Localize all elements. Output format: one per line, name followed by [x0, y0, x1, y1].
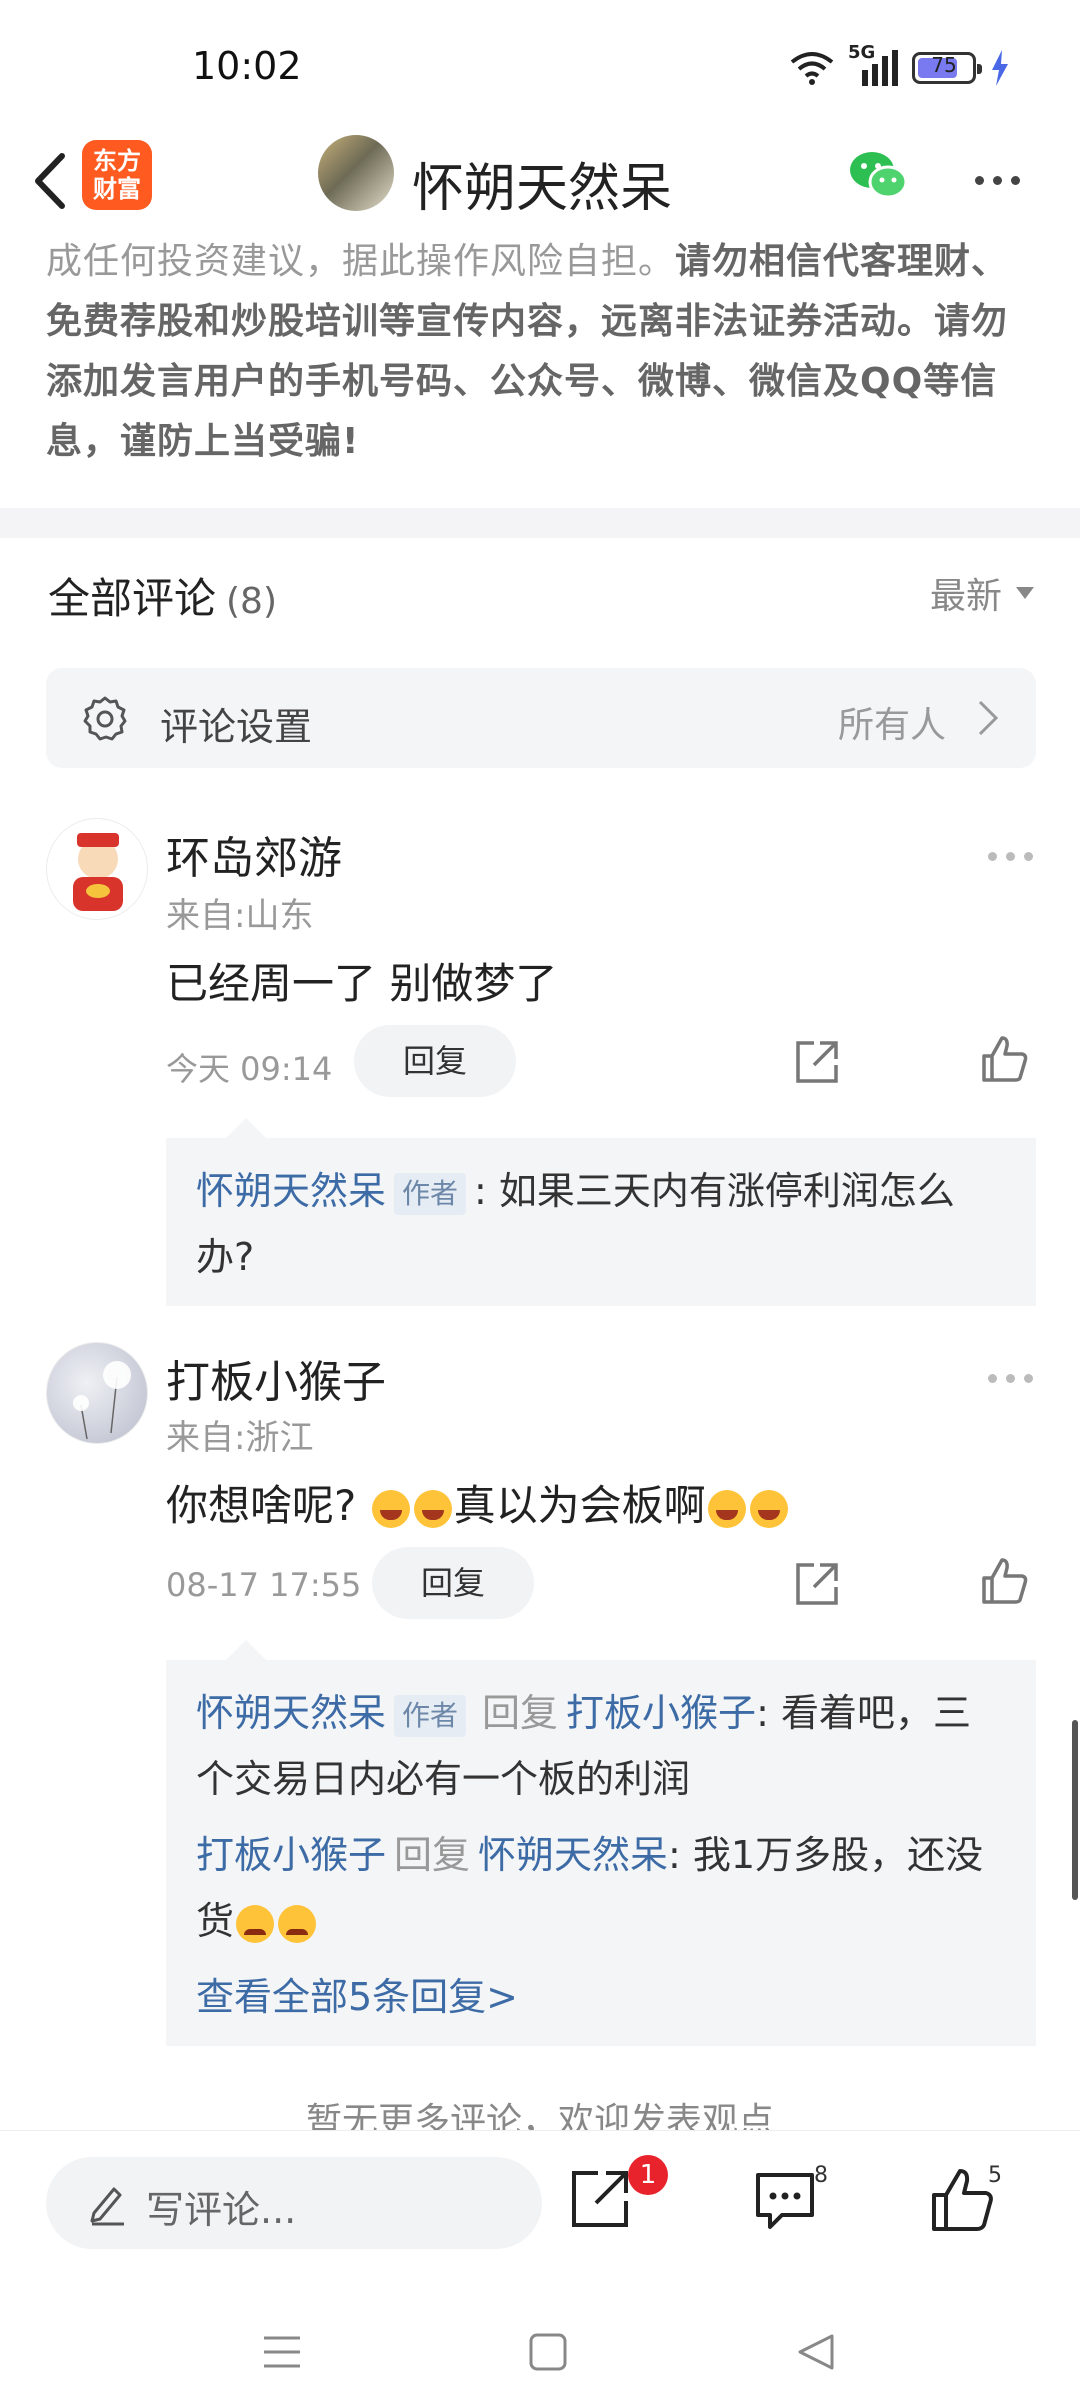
sort-label: 最新: [929, 576, 1002, 617]
settings-value: 所有人: [837, 705, 946, 746]
laughing-crying-emoji-icon: [749, 1489, 788, 1528]
reply-target[interactable]: 打板小猴子: [566, 1691, 756, 1735]
comment-icon[interactable]: [752, 2169, 818, 2235]
gear-icon: [83, 696, 127, 741]
battery-icon: 75: [912, 52, 982, 84]
author-avatar[interactable]: [318, 135, 394, 211]
share-icon[interactable]: [792, 1037, 842, 1087]
comment-text-part-1: 你想啥呢?: [166, 1481, 357, 1530]
status-icons: 5G 75: [790, 42, 1010, 92]
comments-count: (8): [226, 581, 278, 622]
author-tag: 作者: [394, 1694, 467, 1737]
comment-input-placeholder: 写评论...: [146, 2188, 297, 2232]
like-icon[interactable]: [980, 1034, 1030, 1084]
menu-icon[interactable]: [262, 2334, 302, 2370]
sort-dropdown[interactable]: 最新: [930, 567, 1034, 619]
reply-item[interactable]: 怀朔天然呆 作者 回复 打板小猴子: 看着吧，三个交易日内必有一个板的利润: [196, 1680, 1006, 1812]
comment-count: 8: [814, 2163, 828, 2188]
wifi-icon: [790, 52, 834, 85]
reply-button[interactable]: 回复: [354, 1025, 516, 1097]
comment-more-icon[interactable]: [988, 846, 1042, 865]
commenter-avatar[interactable]: [46, 1342, 148, 1444]
reply-author[interactable]: 怀朔天然呆: [196, 1169, 386, 1213]
comment-time: 今天 09:14: [166, 1050, 333, 1088]
system-navigation-bar: [0, 2260, 1080, 2400]
like-icon[interactable]: [930, 2167, 996, 2233]
comments-title-label: 全部评论: [48, 574, 217, 623]
reply-word: 回复: [482, 1691, 559, 1735]
reply-author[interactable]: 怀朔天然呆: [196, 1691, 386, 1735]
status-bar: 10:02 5G 75: [0, 0, 1080, 130]
reply-item[interactable]: 打板小猴子 回复 怀朔天然呆: 我1万多股，还没货: [196, 1822, 1006, 1954]
scrollbar[interactable]: [1072, 1720, 1078, 1900]
comment-more-icon[interactable]: [988, 1368, 1042, 1387]
reply-author[interactable]: 打板小猴子: [196, 1833, 386, 1877]
laughing-crying-emoji-icon: [707, 1489, 746, 1528]
commenter-name[interactable]: 打板小猴子: [166, 1346, 386, 1410]
commenter-location: 来自:浙江: [166, 1418, 314, 1458]
laughing-crying-emoji-icon: [371, 1489, 410, 1528]
comment-input[interactable]: 写评论...: [46, 2157, 542, 2249]
worried-emoji-icon: [236, 1904, 275, 1943]
back-triangle-icon[interactable]: [796, 2332, 836, 2372]
section-divider: [0, 508, 1080, 538]
home-icon[interactable]: [528, 2332, 568, 2372]
app-logo[interactable]: 东方 财富: [82, 140, 152, 210]
reply-button[interactable]: 回复: [372, 1547, 534, 1619]
disclaimer-gray: 成任何投资建议，据此操作风险自担。: [46, 241, 676, 282]
comments-title: 全部评论 (8): [48, 565, 277, 626]
settings-label: 评论设置: [160, 705, 313, 749]
comment-text: 已经周一了 别做梦了: [166, 959, 558, 1008]
charging-icon: [992, 50, 1008, 86]
comment-time: 08-17 17:55: [166, 1566, 362, 1604]
chevron-right-icon: [978, 700, 999, 736]
risk-disclaimer: 成任何投资建议，据此操作风险自担。请勿相信代客理财、免费荐股和炒股培训等宣传内容…: [46, 232, 1040, 472]
reply-target[interactable]: 怀朔天然呆: [478, 1833, 668, 1877]
battery-level: 75: [931, 53, 957, 77]
reply-thread: 怀朔天然呆 作者 回复 打板小猴子: 看着吧，三个交易日内必有一个板的利润 打板小猴子…: [166, 1640, 1036, 2046]
laughing-crying-emoji-icon: [413, 1489, 452, 1528]
reply-word: 回复: [394, 1833, 471, 1877]
back-arrow-icon[interactable]: [24, 146, 80, 216]
like-icon[interactable]: [980, 1556, 1030, 1606]
commenter-name[interactable]: 环岛郊游: [166, 822, 342, 886]
wechat-icon[interactable]: [846, 148, 910, 204]
comment-text-part-2: 真以为会板啊: [453, 1481, 706, 1530]
share-icon[interactable]: [792, 1559, 842, 1609]
share-icon[interactable]: [568, 2165, 634, 2231]
comment-text: 你想啥呢? 真以为会板啊: [166, 1472, 790, 1533]
pen-icon: [90, 2187, 124, 2226]
logo-line-1: 东方: [93, 147, 141, 175]
signal-icon: 5G: [848, 42, 898, 88]
commenter-location: 来自:山东: [166, 896, 314, 936]
worried-emoji-icon: [278, 1904, 317, 1943]
reply-thread: 怀朔天然呆 作者: 如果三天内有涨停利润怎么办?: [166, 1118, 1036, 1306]
more-options-icon[interactable]: [975, 170, 1029, 189]
commenter-avatar[interactable]: [46, 818, 148, 920]
top-nav-bar: 东方 财富 怀朔天然呆: [0, 130, 1080, 240]
author-name[interactable]: 怀朔天然呆: [412, 146, 672, 221]
view-all-replies-link[interactable]: 查看全部5条回复>: [196, 1964, 1006, 2030]
comment-settings-row[interactable]: 评论设置 所有人: [46, 668, 1036, 768]
status-time: 10:02: [192, 44, 302, 88]
reply-item[interactable]: 怀朔天然呆 作者: 如果三天内有涨停利润怎么办?: [196, 1158, 1006, 1290]
author-tag: 作者: [394, 1172, 467, 1215]
like-count: 5: [988, 2163, 1002, 2188]
bottom-action-bar: 写评论... 1 8 5: [0, 2130, 1080, 2260]
logo-line-2: 财富: [93, 175, 141, 203]
dropdown-triangle-icon: [1016, 587, 1034, 599]
share-badge: 1: [628, 2155, 668, 2195]
